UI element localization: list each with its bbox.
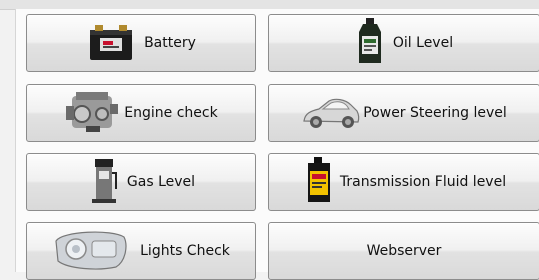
- gas-level-label: Gas Level: [126, 174, 196, 190]
- fluid-jug-icon: [302, 155, 336, 209]
- engine-icon: [64, 86, 120, 140]
- engine-check-button[interactable]: Engine check: [26, 84, 256, 142]
- battery-label: Battery: [144, 35, 196, 51]
- gas-level-button[interactable]: Gas Level: [26, 153, 256, 211]
- oil-bottle-icon: [355, 16, 385, 70]
- oil-level-label: Oil Level: [392, 35, 454, 51]
- webserver-label: Webserver: [366, 243, 442, 259]
- oil-level-button[interactable]: Oil Level: [268, 14, 539, 72]
- engine-check-label: Engine check: [124, 105, 218, 121]
- car-battery-icon: [86, 20, 136, 66]
- power-steering-level-button[interactable]: Power Steering level: [268, 84, 539, 142]
- lights-check-label: Lights Check: [140, 243, 230, 259]
- battery-button[interactable]: Battery: [26, 14, 256, 72]
- gas-pump-icon: [87, 155, 121, 209]
- headlight-icon: [52, 227, 130, 275]
- transmission-fluid-level-button[interactable]: Transmission Fluid level: [268, 153, 539, 211]
- webserver-button[interactable]: Webserver: [268, 222, 539, 280]
- transmission-fluid-level-label: Transmission Fluid level: [339, 174, 507, 190]
- lights-check-button[interactable]: Lights Check: [26, 222, 256, 280]
- car-icon: [301, 91, 361, 135]
- power-steering-level-label: Power Steering level: [363, 105, 507, 121]
